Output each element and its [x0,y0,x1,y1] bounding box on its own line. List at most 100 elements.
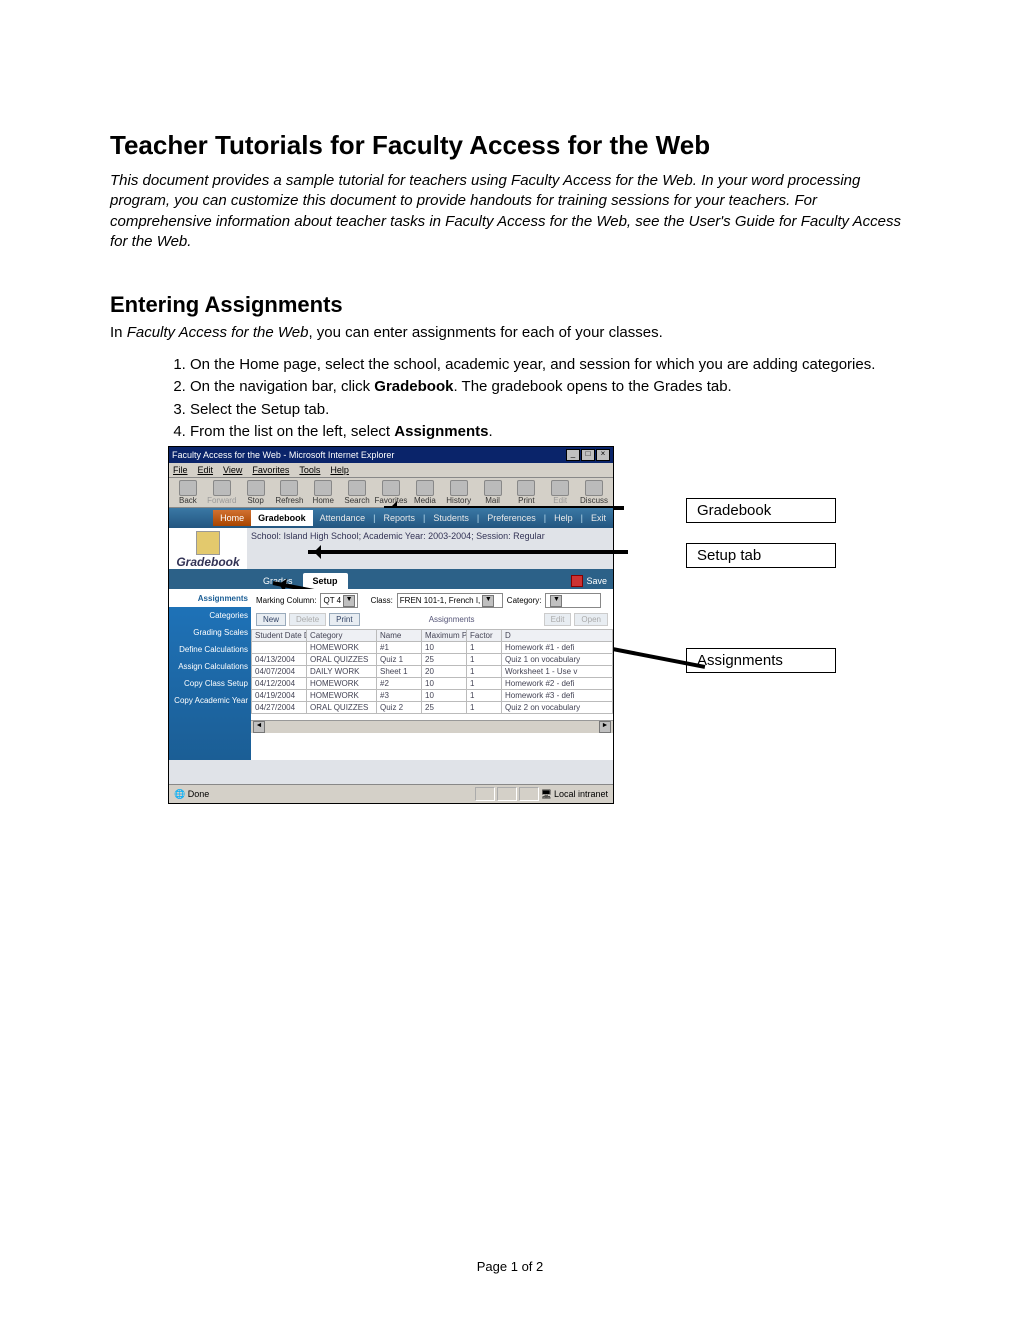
browser-title: Faculty Access for the Web - Microsoft I… [172,450,394,460]
toolbar-home[interactable]: Home [308,480,338,505]
status-zone [519,787,539,801]
toolbar-forward[interactable]: Forward [207,480,237,505]
status-zone [497,787,517,801]
category-select[interactable]: ▼ [545,593,601,608]
disk-icon [571,575,583,587]
delete-button[interactable]: Delete [289,613,326,626]
section-label: Assignments [363,615,541,624]
nav-students[interactable]: Students [426,510,476,526]
marking-column-label: Marking Column: [256,596,316,605]
nav-help[interactable]: Help [547,510,580,526]
step-3: Select the Setup tab. [190,400,910,420]
tab-setup[interactable]: Setup [303,573,348,589]
toolbar-print[interactable]: Print [511,480,541,505]
open-button[interactable]: Open [574,613,608,626]
sidebar-item-copy-academic-year[interactable]: Copy Academic Year [169,692,251,709]
gradebook-logo: Gradebook [169,528,247,569]
sidebar-item-assignments[interactable]: Assignments [169,590,251,607]
chevron-down-icon: ▼ [550,595,562,607]
edit-button[interactable]: Edit [544,613,572,626]
app-logo-small [169,508,213,528]
nav-preferences[interactable]: Preferences [480,510,543,526]
toolbar-search[interactable]: Search [342,480,372,505]
minimize-button[interactable]: _ [566,449,580,461]
sidebar-item-assign-calculations[interactable]: Assign Calculations [169,658,251,675]
new-button[interactable]: New [256,613,286,626]
table-row[interactable]: HOMEWORK#1101Homework #1 - defi [252,642,613,654]
doc-intro: This document provides a sample tutorial… [110,171,910,252]
menu-help[interactable]: Help [330,465,349,475]
col-category[interactable]: Category [307,630,377,642]
toolbar-refresh[interactable]: Refresh [274,480,304,505]
toolbar-back[interactable]: Back [173,480,203,505]
col-name[interactable]: Name [377,630,422,642]
setup-sidebar: Assignments Categories Grading Scales De… [169,590,251,760]
class-select[interactable]: FREN 101-1, French I,▼ [397,593,503,608]
close-button[interactable]: × [596,449,610,461]
sidebar-item-copy-class-setup[interactable]: Copy Class Setup [169,675,251,692]
col-date-due[interactable]: Student Date Due [252,630,307,642]
callout-assignments: Assignments [686,648,836,673]
col-max-points[interactable]: Maximum Points [422,630,467,642]
col-description[interactable]: D [502,630,613,642]
intranet-icon: 🖥 [541,789,552,800]
scroll-right-icon[interactable]: ► [599,721,611,733]
arrow-setup [308,550,628,554]
page-footer: Page 1 of 2 [0,1259,1020,1274]
toolbar-media[interactable]: Media [410,480,440,505]
menu-file[interactable]: File [173,465,188,475]
marking-column-select[interactable]: QT 4▼ [320,593,358,608]
app-navbar: Home Gradebook Attendance | Reports | St… [169,508,613,528]
status-zone [475,787,495,801]
table-row[interactable]: 04/07/2004DAILY WORKSheet 1201Worksheet … [252,666,613,678]
browser-titlebar: Faculty Access for the Web - Microsoft I… [169,447,613,463]
sidebar-item-categories[interactable]: Categories [169,607,251,624]
nav-attendance[interactable]: Attendance [313,510,373,526]
globe-icon: 🌐 [174,789,185,799]
menu-favorites[interactable]: Favorites [252,465,289,475]
gradebook-tabs: Grades Setup Save [169,569,613,589]
sidebar-item-define-calculations[interactable]: Define Calculations [169,641,251,658]
toolbar-discuss[interactable]: Discuss [579,480,609,505]
section-lead: In Faculty Access for the Web, you can e… [110,324,910,341]
nav-gradebook[interactable]: Gradebook [251,510,313,526]
table-row[interactable]: 04/27/2004ORAL QUIZZESQuiz 2251Quiz 2 on… [252,702,613,714]
callout-setup: Setup tab [686,543,836,568]
class-label: Class: [371,596,393,605]
step-4: From the list on the left, select Assign… [190,422,910,442]
step-1: On the Home page, select the school, aca… [190,355,910,375]
toolbar-history[interactable]: History [444,480,474,505]
browser-statusbar: 🌐 Done 🖥 Local intranet [169,784,613,803]
print-button[interactable]: Print [329,613,359,626]
book-icon [196,531,220,555]
menu-view[interactable]: View [223,465,242,475]
menu-tools[interactable]: Tools [299,465,320,475]
save-button[interactable]: Save [569,573,613,589]
col-factor[interactable]: Factor [467,630,502,642]
school-line: School: Island High School; Academic Yea… [247,528,613,549]
figure: Gradebook Setup tab Assignments Faculty … [168,446,908,804]
table-row[interactable]: 04/12/2004HOMEWORK#2101Homework #2 - def… [252,678,613,690]
toolbar-edit[interactable]: Edit [545,480,575,505]
category-label: Category: [507,596,542,605]
nav-home[interactable]: Home [213,510,251,526]
table-row[interactable]: 04/19/2004HOMEWORK#3101Homework #3 - def… [252,690,613,702]
nav-exit[interactable]: Exit [584,510,613,526]
toolbar-mail[interactable]: Mail [478,480,508,505]
toolbar-stop[interactable]: Stop [241,480,271,505]
chevron-down-icon: ▼ [343,595,355,607]
browser-menubar: File Edit View Favorites Tools Help [169,463,613,478]
step-2: On the navigation bar, click Gradebook. … [190,377,910,397]
nav-reports[interactable]: Reports [377,510,423,526]
step-list: On the Home page, select the school, aca… [110,355,910,442]
callout-gradebook: Gradebook [686,498,836,523]
assignments-grid: Student Date Due Category Name Maximum P… [251,629,613,714]
browser-window: Faculty Access for the Web - Microsoft I… [168,446,614,804]
sidebar-item-grading-scales[interactable]: Grading Scales [169,624,251,641]
table-row[interactable]: 04/13/2004ORAL QUIZZESQuiz 1251Quiz 1 on… [252,654,613,666]
menu-edit[interactable]: Edit [198,465,214,475]
horizontal-scrollbar[interactable]: ◄ ► [251,720,613,733]
maximize-button[interactable]: □ [581,449,595,461]
scroll-left-icon[interactable]: ◄ [253,721,265,733]
section-heading: Entering Assignments [110,292,910,318]
